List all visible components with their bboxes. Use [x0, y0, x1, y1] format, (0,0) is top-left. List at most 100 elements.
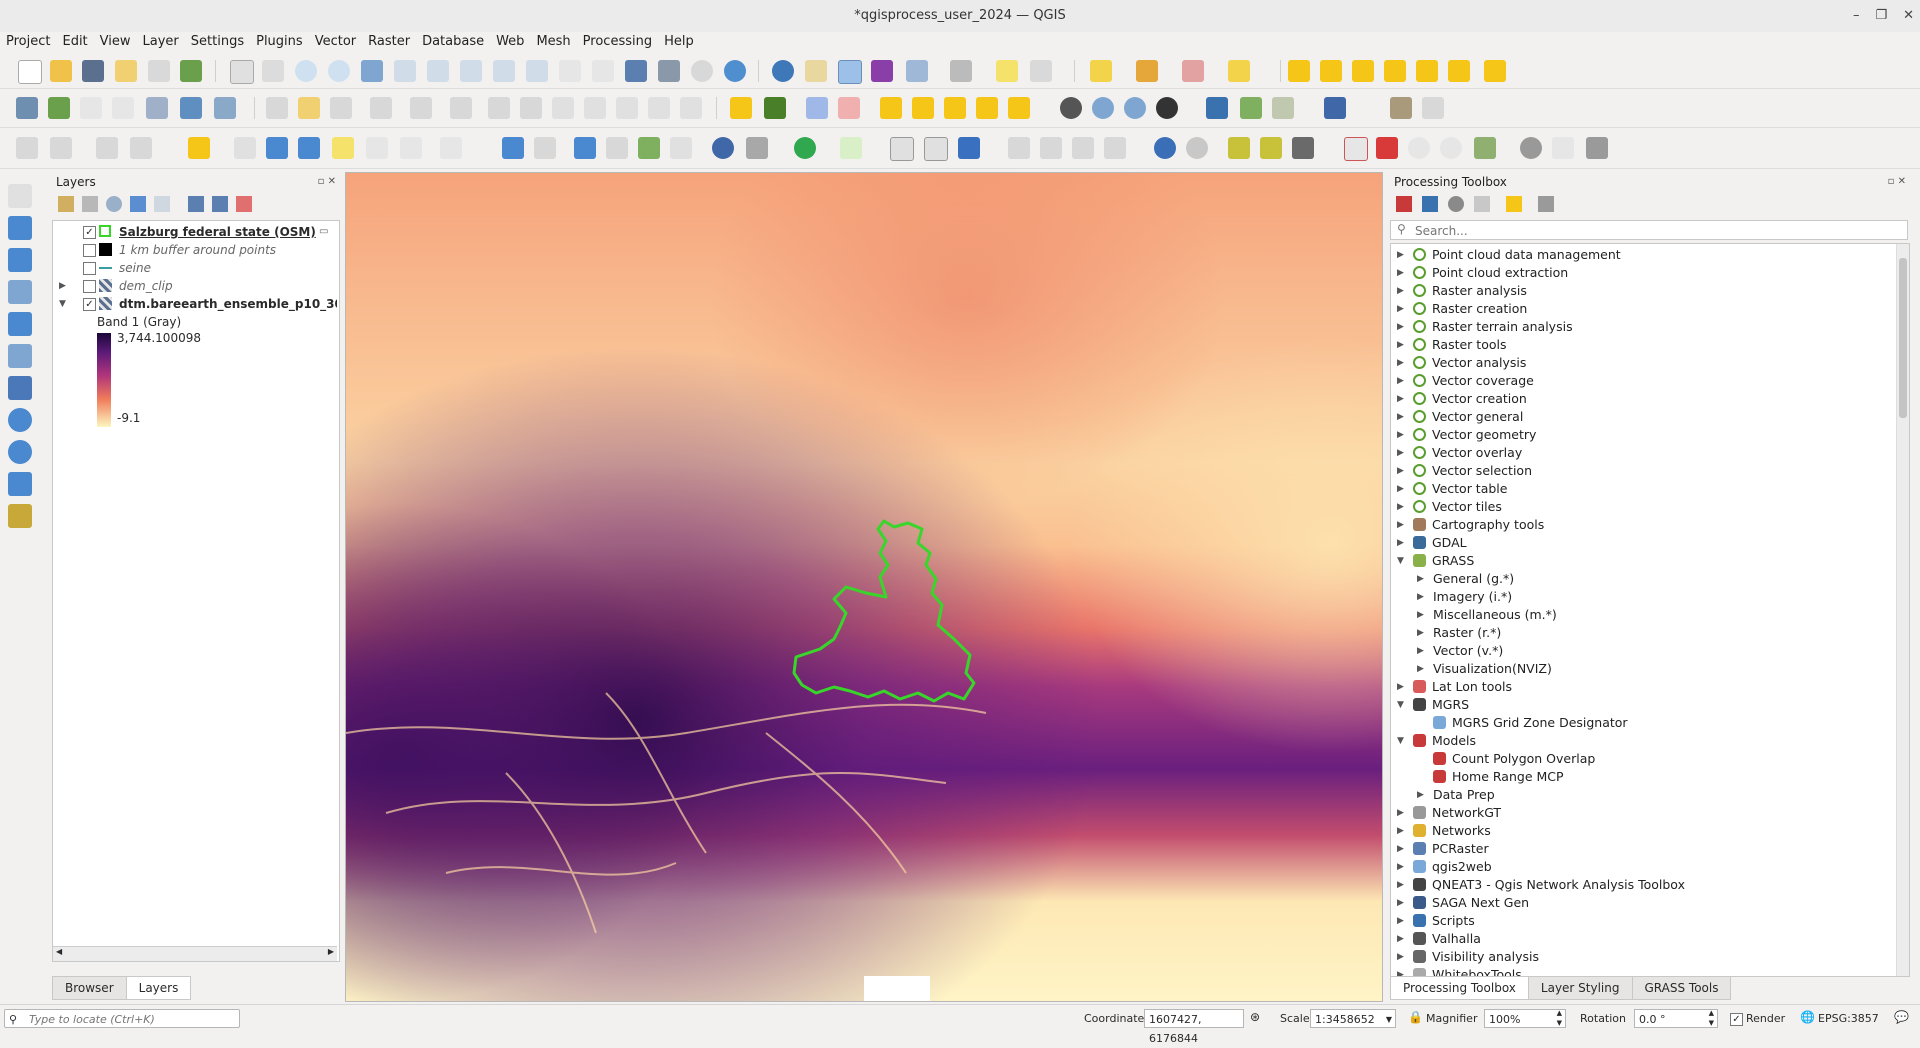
layout-manager-icon[interactable] — [148, 60, 170, 82]
expand-caret-icon[interactable]: ▶ — [1397, 372, 1404, 390]
menu-settings[interactable]: Settings — [185, 32, 250, 52]
crs-globe-icon[interactable]: 🌐 — [1800, 1010, 1815, 1024]
toolbox-item[interactable]: ▶ qgis2web — [1391, 858, 1891, 876]
rotate-label-icon[interactable] — [912, 97, 934, 119]
advanced-digitize-icon[interactable] — [16, 137, 38, 159]
expand-caret-icon[interactable]: ▶ — [1397, 516, 1404, 534]
toolbox-item[interactable]: ▶ Visualization(NVIZ) — [1391, 660, 1891, 678]
change-label-icon[interactable] — [944, 97, 966, 119]
expand-caret-icon[interactable]: ▶ — [1397, 246, 1404, 264]
toolbox-search-field[interactable]: ⚲ — [1390, 220, 1908, 240]
add-postgis-icon[interactable] — [8, 376, 32, 400]
collapse-caret-icon[interactable]: ▼ — [1397, 696, 1404, 714]
toolbox-item[interactable]: ▶ Valhalla — [1391, 930, 1891, 948]
new-geopackage-icon[interactable] — [48, 97, 70, 119]
toolbox-item[interactable]: ▶ Vector geometry — [1391, 426, 1891, 444]
toolbox-item[interactable]: MGRS Grid Zone Designator — [1391, 714, 1891, 732]
coordinate-field[interactable]: 1607427, 6176844 — [1144, 1009, 1244, 1045]
plugin-tool-1-icon[interactable] — [1320, 60, 1342, 82]
map-tips-icon[interactable] — [996, 60, 1018, 82]
settings-tool-icon[interactable] — [746, 137, 768, 159]
toggle-editing-icon[interactable] — [298, 97, 320, 119]
zoom-to-layer-icon[interactable] — [427, 60, 449, 82]
scroll-left-icon[interactable]: ◀ — [56, 947, 62, 956]
plugin-manager-icon[interactable] — [1390, 97, 1412, 119]
expand-caret-icon[interactable]: ▶ — [1397, 354, 1404, 372]
save-project-icon[interactable] — [82, 60, 104, 82]
menu-web[interactable]: Web — [490, 32, 530, 52]
tab-layers[interactable]: Layers — [125, 976, 192, 1000]
open-project-icon[interactable] — [50, 60, 72, 82]
toolbox-item[interactable]: ▶ Vector coverage — [1391, 372, 1891, 390]
select-by-location-icon[interactable] — [1228, 60, 1250, 82]
georeferencer-icon[interactable] — [1272, 97, 1294, 119]
text-format-icon[interactable] — [188, 137, 210, 159]
select-item-icon[interactable] — [234, 137, 256, 159]
measure-icon[interactable] — [950, 60, 972, 82]
menu-edit[interactable]: Edit — [56, 32, 93, 52]
plugin-tool-4-icon[interactable] — [1416, 60, 1438, 82]
toolbox-item[interactable]: ▶ NetworkGT — [1391, 804, 1891, 822]
text-annotation-2-icon[interactable] — [366, 137, 388, 159]
add-raster-2-icon[interactable] — [8, 248, 32, 272]
annotation-nav-2-icon[interactable] — [534, 137, 556, 159]
toolbox-item[interactable]: Count Polygon Overlap — [1391, 750, 1891, 768]
zoom-in-icon[interactable] — [295, 60, 317, 82]
help-icon[interactable] — [1324, 97, 1346, 119]
map-canvas[interactable] — [345, 172, 1383, 1002]
statistics-icon[interactable] — [871, 60, 893, 82]
zoom-last-icon[interactable] — [493, 60, 515, 82]
save-edits-icon[interactable] — [330, 97, 352, 119]
share-icon[interactable] — [794, 137, 816, 159]
toolbox-search-input[interactable] — [1413, 222, 1897, 240]
tab-browser[interactable]: Browser — [52, 976, 127, 1000]
toolbox-item[interactable]: Home Range MCP — [1391, 768, 1891, 786]
expand-caret-icon[interactable]: ▶ — [1397, 822, 1404, 840]
add-mesh-icon[interactable] — [214, 97, 236, 119]
horizontal-scrollbar[interactable]: ◀ ▶ — [53, 946, 337, 961]
bbox-icon[interactable] — [1474, 137, 1496, 159]
toolbox-item[interactable]: ▼ Models — [1391, 732, 1891, 750]
toolbox-item[interactable]: ▼ GRASS — [1391, 552, 1891, 570]
coordinate-toggle-icon[interactable]: ⊛ — [1250, 1010, 1260, 1024]
layer-checkbox[interactable]: ✓ — [83, 226, 96, 239]
layer-checkbox[interactable] — [83, 244, 96, 257]
toolbox-item[interactable]: ▶ General (g.*) — [1391, 570, 1891, 588]
expand-caret-icon[interactable]: ▶ — [1397, 300, 1404, 318]
globe-icon[interactable] — [1520, 137, 1542, 159]
layout-tool-3-icon[interactable] — [958, 137, 980, 159]
scrollbar-thumb[interactable] — [1899, 258, 1907, 418]
zoom-native-icon[interactable] — [460, 60, 482, 82]
highlight-labels-icon[interactable] — [838, 97, 860, 119]
toolbox-item[interactable]: ▶ Raster tools — [1391, 336, 1891, 354]
add-vector-icon[interactable] — [146, 97, 168, 119]
open-styling-icon[interactable] — [58, 196, 74, 212]
add-wfs-icon[interactable] — [8, 440, 32, 464]
add-spatialite-icon[interactable] — [8, 344, 32, 368]
add-feature-icon[interactable] — [410, 97, 432, 119]
zoom-next-icon[interactable] — [526, 60, 548, 82]
toolbox-item[interactable]: ▶ SAGA Next Gen — [1391, 894, 1891, 912]
collapse-all-icon[interactable] — [212, 196, 228, 212]
expand-caret-icon[interactable]: ▶ — [1397, 894, 1404, 912]
menu-processing[interactable]: Processing — [577, 32, 658, 52]
expand-caret-icon[interactable]: ▶ — [1397, 930, 1404, 948]
georef-point-2-icon[interactable] — [606, 137, 628, 159]
expand-caret-icon[interactable]: ▶ — [1397, 444, 1404, 462]
snap-icon[interactable] — [50, 137, 72, 159]
results-viewer-icon[interactable] — [1474, 196, 1490, 212]
scale-field[interactable]: 1:3458652 ▼ — [1310, 1009, 1396, 1028]
edits-icon[interactable] — [266, 97, 288, 119]
merge-icon[interactable] — [96, 137, 118, 159]
processing-toolbox-icon[interactable] — [838, 60, 862, 84]
expand-caret-icon[interactable]: ▶ — [1397, 336, 1404, 354]
add-delimited-text-icon[interactable] — [8, 312, 32, 336]
chevron-down-icon[interactable]: ▼ — [1386, 1010, 1392, 1029]
expand-caret-icon[interactable]: ▶ — [1417, 588, 1424, 606]
text-tool-icon[interactable] — [440, 137, 462, 159]
search-map-icon[interactable] — [1408, 137, 1430, 159]
tab-processing-toolbox[interactable]: Processing Toolbox — [1390, 976, 1529, 1000]
filter-legend-icon[interactable] — [130, 196, 146, 212]
expand-caret-icon[interactable]: ▶ — [1397, 462, 1404, 480]
star-icon[interactable] — [332, 137, 354, 159]
